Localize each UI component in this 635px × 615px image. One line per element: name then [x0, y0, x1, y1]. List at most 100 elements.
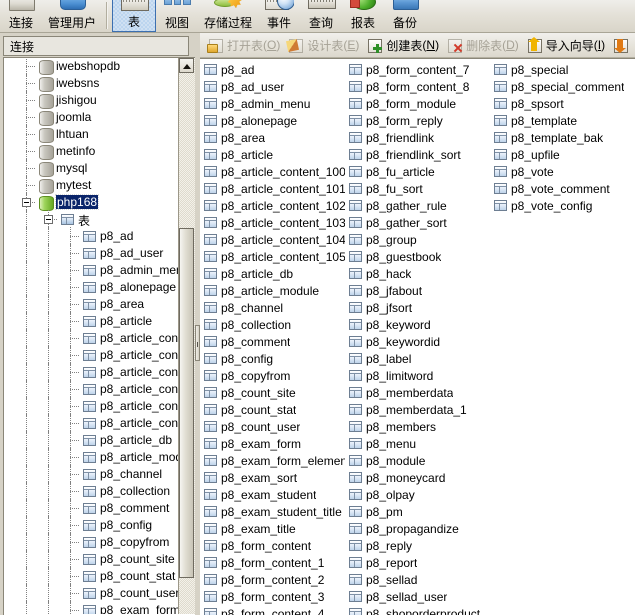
list-item[interactable]: p8_channel — [200, 299, 345, 316]
toolbar-button-tables[interactable]: 表 — [112, 0, 157, 32]
tree-node-table[interactable]: p8_comment — [4, 499, 178, 518]
list-item[interactable]: p8_exam_student_title — [200, 503, 345, 520]
list-item[interactable]: p8_friendlink_sort — [345, 146, 490, 163]
delete-table-button[interactable]: 删除表(D) — [444, 35, 524, 56]
list-item[interactable]: p8_sellad_user — [345, 588, 490, 605]
toolbar-button-connection[interactable]: 连接 — [0, 0, 42, 32]
tree-node-database[interactable]: mytest — [4, 176, 178, 195]
list-item[interactable]: p8_article_content_101 — [200, 180, 345, 197]
connection-tree-body[interactable]: iwebshopdb iwebsns jishigou joomla lhtuan met… — [4, 58, 178, 614]
list-item[interactable]: p8_alonepage — [200, 112, 345, 129]
toolbar-button-reports[interactable]: 报表 — [342, 0, 384, 32]
tree-node-table[interactable]: p8_copyfrom — [4, 533, 178, 552]
toolbar-button-stored-procedures[interactable]: 存储过程 — [198, 0, 258, 32]
list-item[interactable]: p8_ad_user — [200, 78, 345, 95]
list-item[interactable]: p8_article_content_105 — [200, 248, 345, 265]
open-table-button[interactable]: 打开表(O) — [205, 35, 285, 56]
tree-node-database-selected[interactable]: php168 — [4, 193, 178, 212]
list-item[interactable]: p8_report — [345, 554, 490, 571]
export-wizard-button[interactable] — [610, 35, 635, 56]
tree-node-database[interactable]: iwebshopdb — [4, 58, 178, 76]
list-item[interactable]: p8_jfabout — [345, 282, 490, 299]
list-item[interactable]: p8_comment — [200, 333, 345, 350]
list-item[interactable]: p8_form_content_3 — [200, 588, 345, 605]
design-table-button[interactable]: 设计表(E) — [285, 35, 364, 56]
connection-tree[interactable]: iwebshopdb iwebsns jishigou joomla lhtuan met… — [3, 57, 195, 615]
list-item[interactable]: p8_collection — [200, 316, 345, 333]
list-item[interactable]: p8_form_content — [200, 537, 345, 554]
tree-node-table[interactable]: p8_channel — [4, 465, 178, 484]
list-item[interactable]: p8_exam_title — [200, 520, 345, 537]
toolbar-button-events[interactable]: 事件 — [258, 0, 300, 32]
list-item[interactable]: p8_gather_sort — [345, 214, 490, 231]
tree-node-table[interactable]: p8_article_conte — [4, 397, 178, 416]
tree-node-database[interactable]: mysql — [4, 159, 178, 178]
tree-node-table[interactable]: p8_collection — [4, 482, 178, 501]
toolbar-button-queries[interactable]: 查询 — [300, 0, 342, 32]
tree-node-table[interactable]: p8_article_conte — [4, 380, 178, 399]
list-item[interactable]: p8_admin_menu — [200, 95, 345, 112]
tree-node-table[interactable]: p8_count_stat — [4, 567, 178, 586]
list-item[interactable]: p8_menu — [345, 435, 490, 452]
list-item[interactable]: p8_count_stat — [200, 401, 345, 418]
tree-node-table[interactable]: p8_article_db — [4, 431, 178, 450]
list-item[interactable]: p8_gather_rule — [345, 197, 490, 214]
list-item[interactable]: p8_exam_form — [200, 435, 345, 452]
list-item[interactable]: p8_ad — [200, 61, 345, 78]
table-list-panel[interactable]: p8_ad p8_ad_user p8_admin_menu p8_alonepage… — [200, 58, 635, 615]
tree-node-tables-folder[interactable]: 表 — [4, 210, 178, 229]
list-item[interactable]: p8_count_site — [200, 384, 345, 401]
list-item[interactable]: p8_pm — [345, 503, 490, 520]
new-table-button[interactable]: 创建表(N) — [364, 35, 444, 56]
tree-scroll-up-button[interactable] — [179, 58, 194, 73]
list-item[interactable]: p8_article_content_103 — [200, 214, 345, 231]
list-item[interactable]: p8_exam_form_element — [200, 452, 345, 469]
list-item[interactable]: p8_guestbook — [345, 248, 490, 265]
list-item[interactable]: p8_template_bak — [490, 129, 635, 146]
list-item[interactable]: p8_fu_sort — [345, 180, 490, 197]
tree-node-table[interactable]: p8_article_conte — [4, 346, 178, 365]
list-item[interactable]: p8_keywordid — [345, 333, 490, 350]
list-item[interactable]: p8_vote_config — [490, 197, 635, 214]
list-item[interactable]: p8_vote — [490, 163, 635, 180]
list-item[interactable]: p8_hack — [345, 265, 490, 282]
list-item[interactable]: p8_exam_student — [200, 486, 345, 503]
tree-node-table[interactable]: p8_article — [4, 312, 178, 331]
tree-vertical-scrollbar[interactable] — [178, 58, 195, 614]
list-item[interactable]: p8_label — [345, 350, 490, 367]
tree-node-table[interactable]: p8_ad_user — [4, 244, 178, 263]
toolbar-button-backup[interactable]: 备份 — [384, 0, 426, 32]
toolbar-button-manage-users[interactable]: 管理用户 — [42, 0, 102, 32]
collapse-icon[interactable] — [22, 198, 31, 207]
list-item[interactable]: p8_article_content_102 — [200, 197, 345, 214]
tree-node-table[interactable]: p8_article_conte — [4, 329, 178, 348]
list-item[interactable]: p8_vote_comment — [490, 180, 635, 197]
list-item[interactable]: p8_form_module — [345, 95, 490, 112]
tree-node-table[interactable]: p8_ad — [4, 227, 178, 246]
list-item[interactable]: p8_form_content_4 — [200, 605, 345, 615]
list-item[interactable]: p8_special_comment — [490, 78, 635, 95]
list-item[interactable]: p8_template — [490, 112, 635, 129]
list-item[interactable]: p8_article_db — [200, 265, 345, 282]
list-item[interactable]: p8_fu_article — [345, 163, 490, 180]
list-item[interactable]: p8_article — [200, 146, 345, 163]
list-item[interactable]: p8_memberdata — [345, 384, 490, 401]
list-item[interactable]: p8_jfsort — [345, 299, 490, 316]
list-item[interactable]: p8_module — [345, 452, 490, 469]
tree-node-database[interactable]: jishigou — [4, 91, 178, 110]
tree-node-table[interactable]: p8_count_user — [4, 584, 178, 603]
tree-node-table[interactable]: p8_config — [4, 516, 178, 535]
list-item[interactable]: p8_olpay — [345, 486, 490, 503]
list-item[interactable]: p8_config — [200, 350, 345, 367]
list-item[interactable]: p8_propagandize — [345, 520, 490, 537]
list-item[interactable]: p8_moneycard — [345, 469, 490, 486]
list-item[interactable]: p8_upfile — [490, 146, 635, 163]
toolbar-button-views[interactable]: 视图 — [156, 0, 198, 32]
list-item[interactable]: p8_group — [345, 231, 490, 248]
tree-node-database[interactable]: joomla — [4, 108, 178, 127]
tree-node-table[interactable]: p8_area — [4, 295, 178, 314]
list-item[interactable]: p8_keyword — [345, 316, 490, 333]
tree-node-table[interactable]: p8_count_site — [4, 550, 178, 569]
tree-node-database[interactable]: lhtuan — [4, 125, 178, 144]
list-item[interactable]: p8_friendlink — [345, 129, 490, 146]
